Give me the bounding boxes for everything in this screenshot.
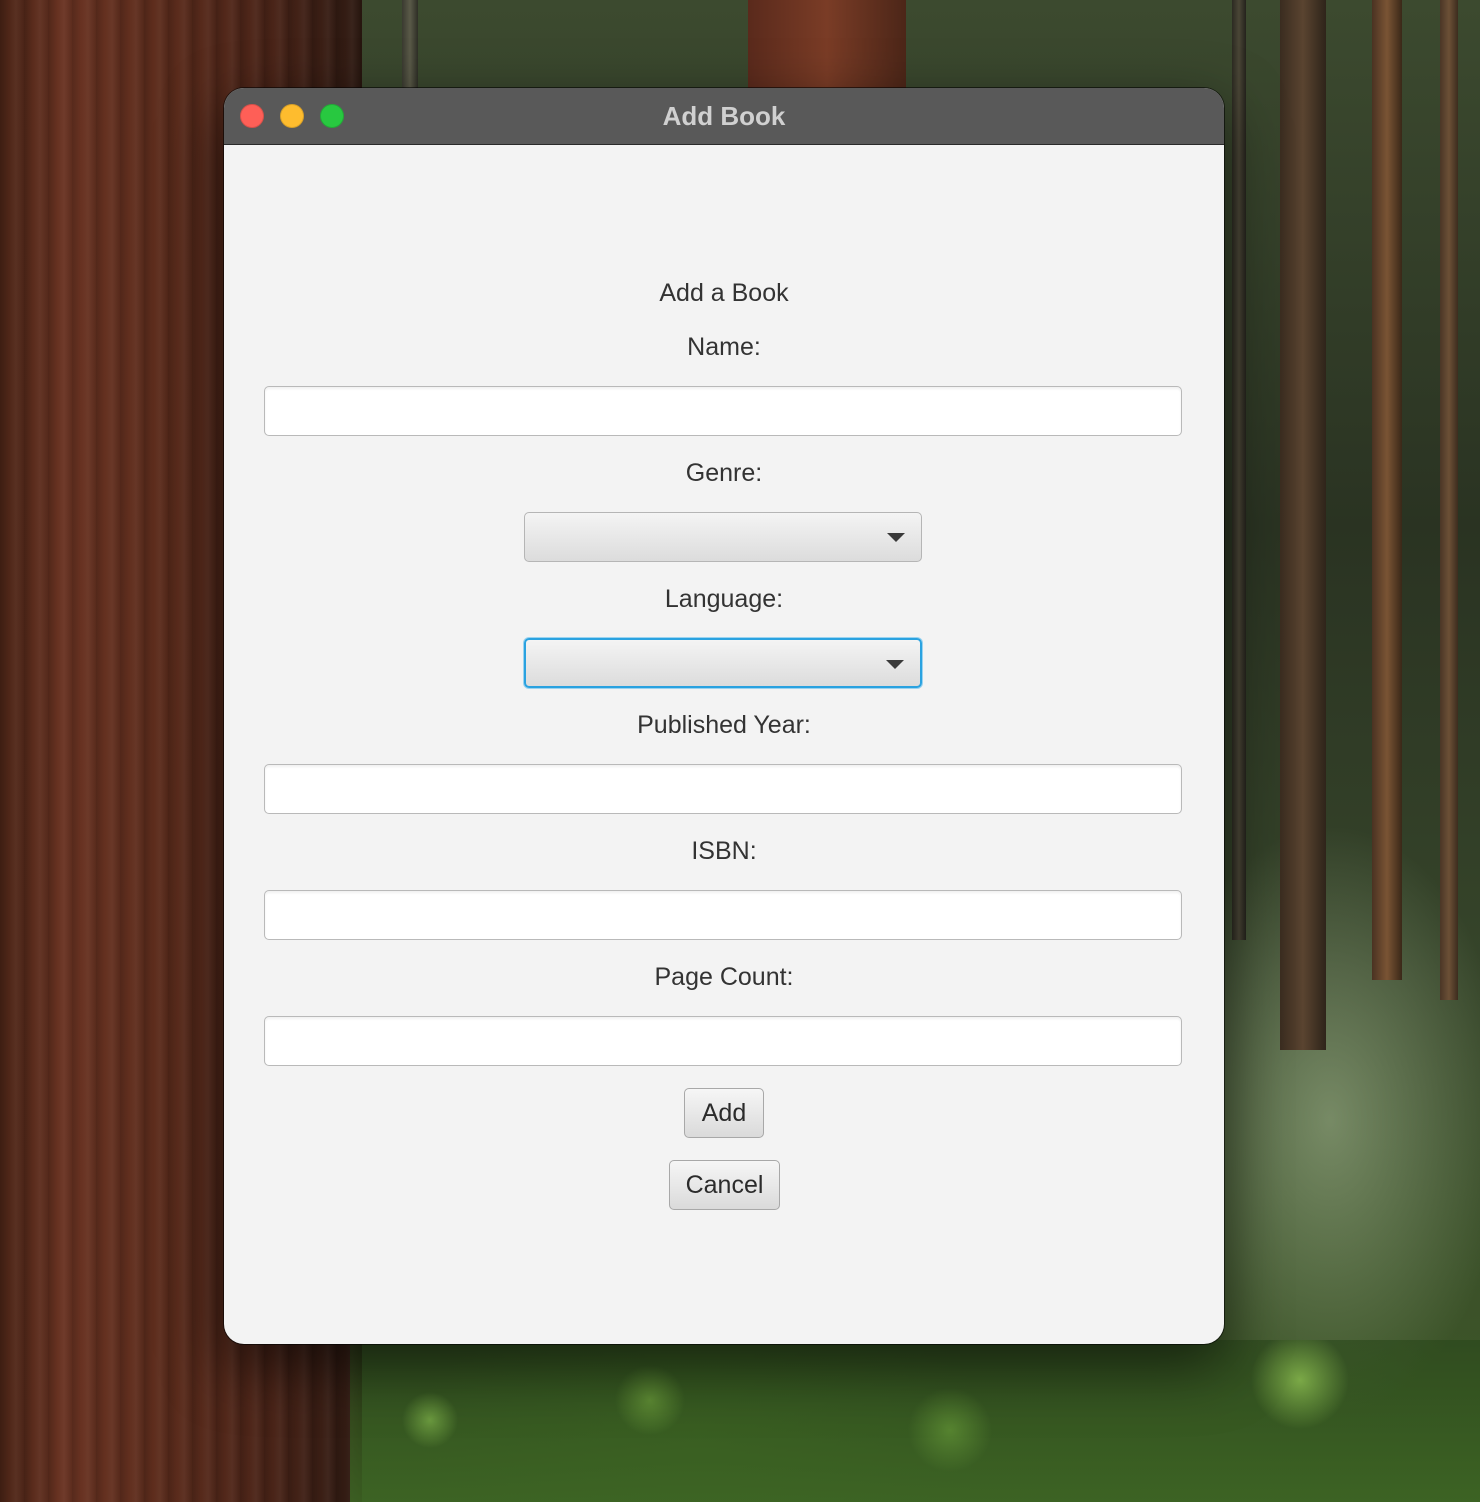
tree-trunk: [1280, 0, 1326, 1050]
language-label: Language:: [664, 585, 784, 613]
add-book-window: Add Book Add a Book Name: Genre: Languag…: [224, 88, 1224, 1344]
add-button[interactable]: Add: [684, 1088, 764, 1138]
isbn-label: ISBN:: [691, 837, 757, 865]
chevron-down-icon: [887, 533, 905, 542]
close-icon[interactable]: [240, 104, 264, 128]
page-count-label: Page Count:: [654, 963, 794, 991]
tree-trunk: [1440, 0, 1458, 1000]
form-heading: Add a Book: [659, 279, 789, 307]
language-dropdown[interactable]: [524, 638, 922, 688]
tree-trunk: [1372, 0, 1402, 980]
title-bar[interactable]: Add Book: [224, 88, 1224, 145]
window-title: Add Book: [662, 101, 786, 131]
isbn-input[interactable]: [264, 890, 1182, 940]
tree-trunk: [402, 0, 418, 95]
chevron-down-icon: [886, 660, 904, 669]
cancel-button[interactable]: Cancel: [669, 1160, 780, 1210]
genre-dropdown[interactable]: [524, 512, 922, 562]
form-content: Add a Book Name: Genre: Language: Publis…: [224, 145, 1224, 1344]
name-input[interactable]: [264, 386, 1182, 436]
name-label: Name:: [687, 333, 761, 361]
page-count-input[interactable]: [264, 1016, 1182, 1066]
published-year-label: Published Year:: [637, 711, 811, 739]
genre-label: Genre:: [685, 459, 763, 487]
maximize-icon[interactable]: [320, 104, 344, 128]
forest-undergrowth: [350, 1340, 1480, 1502]
tree-trunk: [748, 0, 906, 90]
tree-trunk: [1232, 0, 1246, 940]
published-year-input[interactable]: [264, 764, 1182, 814]
minimize-icon[interactable]: [280, 104, 304, 128]
